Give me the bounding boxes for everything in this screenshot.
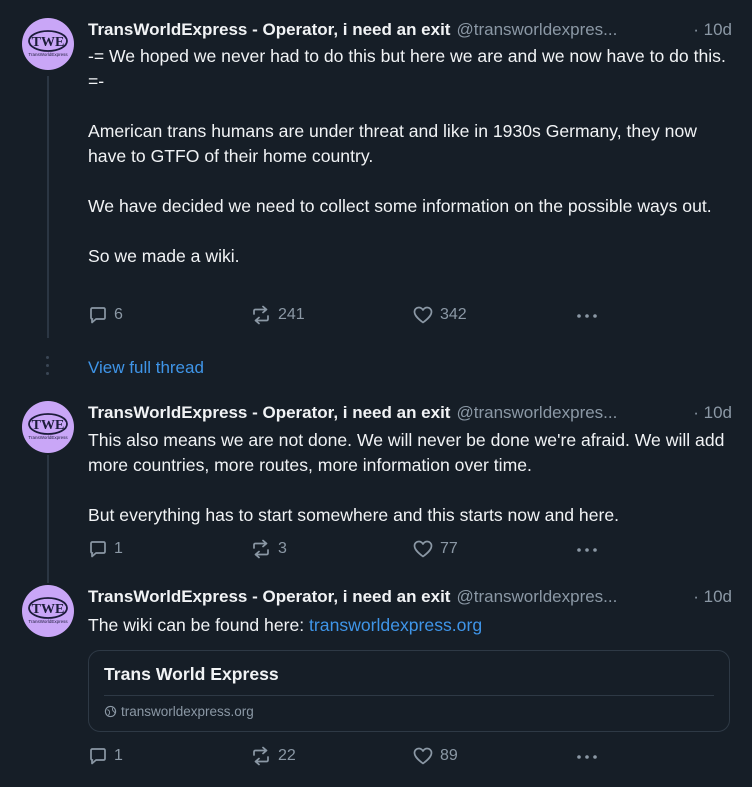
timestamp[interactable]: · 10d	[693, 587, 732, 609]
thread-line	[47, 455, 49, 583]
like-count: 89	[440, 747, 458, 764]
repost-count: 241	[278, 306, 305, 323]
thread-gap-dots	[46, 356, 50, 380]
repost-icon	[253, 539, 269, 559]
reply-count: 1	[114, 540, 123, 557]
handle[interactable]: @transworldexpres...	[456, 403, 689, 425]
display-name[interactable]: TransWorldExpress - Operator, i need an …	[88, 403, 450, 425]
more-button[interactable]	[576, 746, 600, 771]
more-icon	[577, 548, 597, 552]
link-card[interactable]: Trans World Express transworldexpress.or…	[88, 650, 730, 732]
view-full-thread-link[interactable]: View full thread	[88, 358, 204, 378]
svg-text:TWE: TWE	[32, 418, 65, 433]
link-card-url-text: transworldexpress.org	[121, 704, 254, 719]
thread-line	[47, 76, 49, 338]
heart-icon	[413, 747, 433, 765]
reply-count: 6	[114, 306, 123, 323]
like-button[interactable]: 77	[412, 539, 458, 559]
avatar[interactable]: TWE TransWorldExpress	[22, 585, 74, 637]
more-button[interactable]	[576, 539, 600, 564]
display-name[interactable]: TransWorldExpress - Operator, i need an …	[88, 20, 450, 42]
like-count: 342	[440, 306, 467, 323]
post-text: This also means we are not done. We will…	[88, 430, 725, 525]
post-text-prefix: The wiki can be found here:	[88, 615, 310, 635]
repost-button[interactable]: 3	[250, 539, 287, 559]
timestamp[interactable]: · 10d	[693, 403, 732, 425]
reply-icon	[90, 541, 106, 558]
link-card-title: Trans World Express	[104, 664, 279, 684]
post-actions: 6 241 342	[88, 305, 732, 329]
like-button[interactable]: 342	[412, 305, 467, 325]
display-name[interactable]: TransWorldExpress - Operator, i need an …	[88, 587, 450, 609]
repost-button[interactable]: 22	[250, 746, 296, 766]
reply-button[interactable]: 1	[88, 539, 123, 559]
post-link[interactable]: transworldexpress.org	[309, 615, 482, 635]
more-icon	[577, 755, 597, 759]
repost-count: 3	[278, 540, 287, 557]
handle[interactable]: @transworldexpres...	[456, 20, 689, 42]
reply-button[interactable]: 1	[88, 746, 123, 766]
avatar[interactable]: TWE TransWorldExpress	[22, 401, 74, 453]
more-icon	[577, 314, 597, 318]
reply-icon	[90, 307, 106, 324]
like-button[interactable]: 89	[412, 746, 458, 766]
svg-text:TransWorldExpress: TransWorldExpress	[28, 435, 68, 440]
link-card-divider	[104, 695, 714, 696]
reply-count: 1	[114, 747, 123, 764]
repost-count: 22	[278, 747, 296, 764]
repost-icon	[253, 746, 269, 766]
heart-icon	[413, 540, 433, 558]
svg-text:TWE: TWE	[32, 35, 65, 50]
reply-icon	[90, 748, 106, 765]
repost-button[interactable]: 241	[250, 305, 305, 325]
more-button[interactable]	[576, 305, 600, 330]
like-count: 77	[440, 540, 458, 557]
post-text: -= We hoped we never had to do this but …	[88, 46, 726, 266]
svg-text:TWE: TWE	[32, 602, 65, 617]
timestamp[interactable]: · 10d	[693, 20, 732, 42]
post-text: The wiki can be found here: transworldex…	[88, 613, 730, 638]
repost-icon	[253, 305, 269, 325]
globe-icon	[104, 705, 117, 718]
avatar[interactable]: TWE TransWorldExpress	[22, 18, 74, 70]
svg-text:TransWorldExpress: TransWorldExpress	[28, 619, 68, 624]
post-actions: 1 3 77	[88, 539, 732, 563]
link-card-url: transworldexpress.org	[104, 704, 254, 719]
handle[interactable]: @transworldexpres...	[456, 587, 689, 609]
svg-text:TransWorldExpress: TransWorldExpress	[28, 52, 68, 57]
heart-icon	[413, 306, 433, 324]
post-actions: 1 22 89	[88, 746, 732, 770]
reply-button[interactable]: 6	[88, 305, 123, 325]
